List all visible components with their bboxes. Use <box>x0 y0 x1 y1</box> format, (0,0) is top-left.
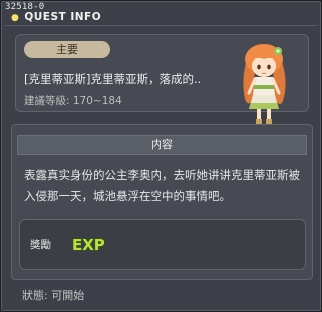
window-title: ● QUEST INFO <box>11 11 101 23</box>
exp-icon: EXP <box>72 236 106 255</box>
content-header: 内容 <box>17 135 307 155</box>
npc-portrait <box>243 44 286 124</box>
recommended-level: 建議等級: 170~184 <box>24 95 122 107</box>
reward-label: 獎勵 <box>30 239 51 251</box>
quest-title: [克里蒂亚斯]克里蒂亚斯，落成的.. <box>24 72 202 86</box>
window-title-text: QUEST INFO <box>24 11 102 23</box>
quest-status: 狀態: 可開始 <box>22 289 85 302</box>
quest-description: 表露真实身份的公主李奥内，去听她讲讲克里蒂亚斯被入侵那一天，城池悬浮在空中的事情… <box>24 168 300 203</box>
quest-info-window: 32518-0 ● QUEST INFO 主要 [克里蒂亚斯]克里蒂亚斯，落成的.… <box>0 0 322 312</box>
quest-content-panel: 内容 表露真实身份的公主李奥内，去听她讲讲克里蒂亚斯被入侵那一天，城池悬浮在空中… <box>11 124 313 280</box>
quest-category-badge: 主要 <box>24 41 110 58</box>
svg-text:EXP: EXP <box>72 236 105 254</box>
title-divider <box>5 25 317 26</box>
title-bullet-icon: ● <box>11 13 20 23</box>
reward-box: 獎勵 EXP <box>19 219 306 270</box>
